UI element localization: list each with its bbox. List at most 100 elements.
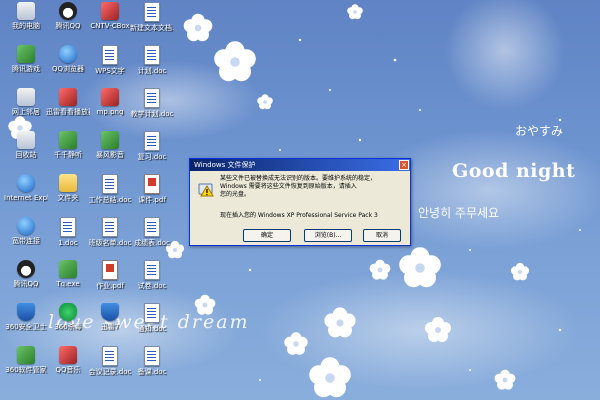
desktop-icon-label: 迅雷7 — [100, 323, 120, 331]
doc-icon — [144, 346, 160, 366]
dialog-message-line: 某些文件已被替换成无法识别的版本。要维护系统的稳定， — [220, 175, 377, 182]
folder-icon — [59, 174, 77, 192]
desktop-icon-label: QQ音乐 — [55, 366, 81, 374]
dialog-message-line: Windows 需要将这些文件恢复到原始版本，请插入 — [220, 183, 357, 190]
desktop-icon-label: 腾讯QQ — [55, 22, 81, 30]
desktop-icon-label: Internet Explorer — [4, 194, 48, 202]
app-icon — [17, 346, 35, 364]
media-icon — [59, 88, 77, 106]
browse-button[interactable]: 浏览(B)... — [304, 229, 352, 242]
doc-icon — [102, 45, 118, 65]
app-icon — [17, 45, 35, 63]
desktop-icon-label: 成绩表.doc — [134, 239, 170, 247]
desktop-icon-label: 计划.doc — [137, 67, 167, 75]
doc-icon — [102, 217, 118, 237]
butterfly-icon — [59, 303, 77, 321]
doc-icon — [144, 217, 160, 237]
desktop-icon-label: 课件.pdf — [138, 196, 166, 204]
ok-button[interactable]: 确定 — [243, 229, 291, 242]
flower — [347, 4, 363, 20]
app-icon — [59, 260, 77, 278]
desktop-icon-label: CNTV-CBox — [90, 22, 130, 30]
desktop-icon-label: 腾讯游戏 — [12, 65, 40, 73]
pdf-icon — [102, 260, 118, 280]
generic-icon — [17, 88, 35, 106]
dialog-titlebar[interactable]: Windows 文件保护 × — [190, 159, 410, 171]
desktop-icon-label: 作业.pdf — [96, 282, 124, 290]
dialog-title: Windows 文件保护 — [194, 161, 256, 169]
dialog-close-button[interactable]: × — [399, 160, 409, 170]
desktop-icon-label: Tq.exe — [56, 280, 80, 288]
penguin-icon — [17, 260, 35, 278]
warning-icon — [198, 183, 214, 197]
flower — [510, 262, 530, 281]
desktop-icon-label: QQ浏览器 — [51, 65, 85, 73]
desktop-icon-label: 复习.doc — [137, 153, 167, 161]
doc-icon — [144, 88, 160, 108]
desktop-icon-label: 360杀毒 — [54, 323, 82, 331]
doc-icon — [144, 2, 160, 22]
media-icon — [59, 346, 77, 364]
moon-glow — [445, 0, 565, 110]
desktop: おやすみ Good night 안녕히 주무세요 love sweet drea… — [0, 0, 600, 400]
doc-icon — [102, 174, 118, 194]
desktop-icon-label: 我的电脑 — [12, 22, 40, 30]
desktop-icon-label: 千千静听 — [54, 151, 82, 159]
flower — [214, 41, 256, 82]
desktop-icon-label: 回收站 — [15, 151, 37, 159]
flower — [369, 259, 391, 280]
desktop-icon-label: 网上邻居 — [12, 108, 40, 116]
cloud — [260, 270, 580, 390]
flower — [183, 13, 213, 42]
globe-icon — [17, 217, 35, 235]
desktop-icon-label: 1.doc — [58, 239, 78, 247]
doc-icon — [144, 131, 160, 151]
file-protection-dialog: Windows 文件保护 × 某些文件已被替换成无法识别的版本。要维护系统的稳定… — [189, 158, 411, 246]
desktop-icon[interactable]: 360软件管家 — [4, 344, 48, 394]
desktop-icon-label: 工作总结.doc — [88, 196, 132, 204]
desktop-icon-label: 试卷.doc — [137, 282, 167, 290]
wallpaper-goodnight-text: Good night — [452, 160, 576, 182]
desktop-icon-label: 备课.doc — [137, 368, 167, 376]
wallpaper-korean-text: 안녕히 주무세요 — [418, 206, 500, 220]
media-icon — [101, 2, 119, 20]
desktop-icon-label: 腾讯QQ — [13, 280, 39, 288]
penguin-icon — [59, 2, 77, 20]
desktop-icon-label: 新建文本文档.doc — [130, 24, 174, 32]
desktop-icon-label: 会议记录.doc — [88, 368, 132, 376]
app-icon — [59, 131, 77, 149]
doc-icon — [102, 346, 118, 366]
desktop-icon-label: 班级名单.doc — [88, 239, 132, 247]
desktop-icon[interactable]: QQ音乐 — [46, 344, 90, 394]
desktop-icon-label: 教学计划.doc — [130, 110, 174, 118]
doc-icon — [144, 303, 160, 323]
media-icon — [101, 88, 119, 106]
generic-icon — [17, 2, 35, 20]
desktop-icon-label: mp.png — [96, 108, 124, 116]
dialog-message-line: 您的光盘。 — [220, 191, 251, 198]
desktop-icon[interactable]: 会议记录.doc — [88, 344, 132, 394]
desktop-icon[interactable]: 备课.doc — [130, 344, 174, 394]
desktop-icon-label: 文件夹 — [57, 194, 79, 202]
globe-icon — [59, 45, 77, 63]
desktop-icon-label: WPS文字 — [95, 67, 125, 75]
dialog-insert-disc-text: 现在插入您的 Windows XP Professional Service P… — [220, 212, 378, 219]
app-icon — [101, 131, 119, 149]
pdf-icon — [144, 174, 160, 194]
desktop-icon-label: 360软件管家 — [5, 366, 47, 374]
desktop-icon-label: 宽带连接 — [12, 237, 40, 245]
cancel-button[interactable]: 取消 — [363, 229, 401, 242]
generic-icon — [17, 131, 35, 149]
flower — [399, 247, 441, 288]
shield-icon — [101, 303, 119, 321]
doc-icon — [144, 260, 160, 280]
dialog-message: 某些文件已被替换成无法识别的版本。要维护系统的稳定， Windows 需要将这些… — [220, 175, 406, 199]
wallpaper-oyasumi-text: おやすみ — [515, 124, 564, 138]
shield-icon — [17, 303, 35, 321]
doc-icon — [60, 217, 76, 237]
desktop-icon-label: 迅雷看看播放器 — [46, 108, 90, 116]
globe-icon — [17, 174, 35, 192]
desktop-icon-label: 通知.doc — [137, 325, 167, 333]
desktop-icon-label: 360安全卫士 — [5, 323, 47, 331]
doc-icon — [144, 45, 160, 65]
